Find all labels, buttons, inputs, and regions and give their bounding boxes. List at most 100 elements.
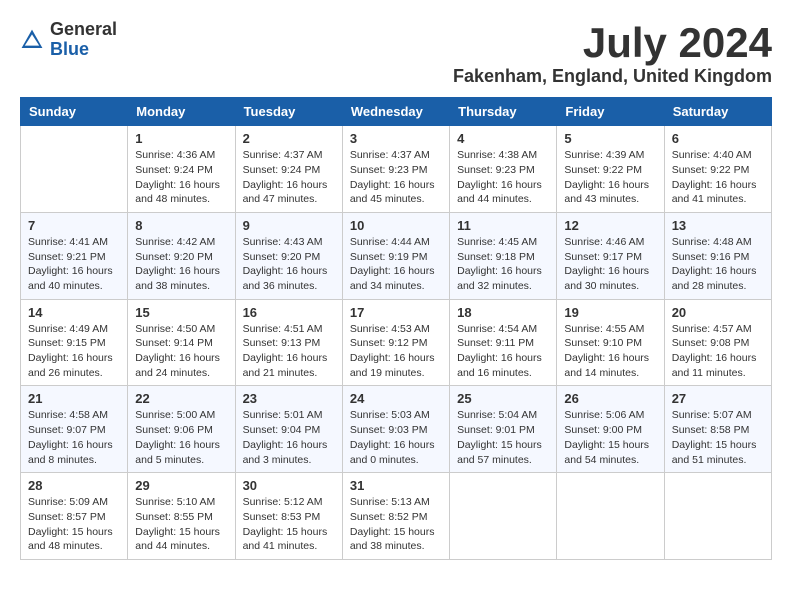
weekday-header-friday: Friday <box>557 98 664 126</box>
week-row-4: 21 Sunrise: 4:58 AMSunset: 9:07 PMDayligh… <box>21 386 772 473</box>
calendar-cell: 16Sunrise: 4:51 AMSunset: 9:13 PMDayligh… <box>235 299 342 386</box>
day-info: Sunrise: 4:42 AMSunset: 9:20 PMDaylight:… <box>135 235 227 294</box>
day-info: Sunrise: 4:43 AMSunset: 9:20 PMDaylight:… <box>243 235 335 294</box>
day-number: 18 <box>457 305 549 320</box>
day-info: Sunrise: 5:06 AMSunset: 9:00 PMDaylight:… <box>564 408 656 467</box>
calendar-cell: 13 Sunrise: 4:48 AMSunset: 9:16 PMDayligh… <box>664 212 771 299</box>
header: General Blue July 2024 Fakenham, England… <box>20 20 772 87</box>
day-number: 25 <box>457 391 549 406</box>
calendar-cell: 9 Sunrise: 4:43 AMSunset: 9:20 PMDaylight… <box>235 212 342 299</box>
calendar-cell: 20 Sunrise: 4:57 AMSunset: 9:08 PMDayligh… <box>664 299 771 386</box>
calendar-cell <box>21 126 128 213</box>
week-row-5: 28 Sunrise: 5:09 AMSunset: 8:57 PMDayligh… <box>21 473 772 560</box>
day-info: Sunrise: 4:39 AMSunset: 9:22 PMDaylight:… <box>564 148 656 207</box>
day-number: 27 <box>672 391 764 406</box>
day-info: Sunrise: 4:58 AMSunset: 9:07 PMDaylight:… <box>28 408 120 467</box>
day-number: 31 <box>350 478 442 493</box>
calendar-cell: 6 Sunrise: 4:40 AMSunset: 9:22 PMDaylight… <box>664 126 771 213</box>
calendar: SundayMondayTuesdayWednesdayThursdayFrid… <box>20 97 772 560</box>
day-number: 11 <box>457 218 549 233</box>
calendar-cell: 2 Sunrise: 4:37 AMSunset: 9:24 PMDaylight… <box>235 126 342 213</box>
calendar-cell <box>664 473 771 560</box>
day-number: 21 <box>28 391 120 406</box>
day-info: Sunrise: 5:07 AMSunset: 8:58 PMDaylight:… <box>672 408 764 467</box>
calendar-cell: 28 Sunrise: 5:09 AMSunset: 8:57 PMDayligh… <box>21 473 128 560</box>
day-info: Sunrise: 4:38 AMSunset: 9:23 PMDaylight:… <box>457 148 549 207</box>
day-info: Sunrise: 4:41 AMSunset: 9:21 PMDaylight:… <box>28 235 120 294</box>
day-number: 6 <box>672 131 764 146</box>
calendar-cell: 30Sunrise: 5:12 AMSunset: 8:53 PMDayligh… <box>235 473 342 560</box>
day-number: 2 <box>243 131 335 146</box>
calendar-cell: 26 Sunrise: 5:06 AMSunset: 9:00 PMDayligh… <box>557 386 664 473</box>
weekday-header-wednesday: Wednesday <box>342 98 449 126</box>
day-info: Sunrise: 4:37 AMSunset: 9:24 PMDaylight:… <box>243 148 335 207</box>
day-info: Sunrise: 5:03 AMSunset: 9:03 PMDaylight:… <box>350 408 442 467</box>
calendar-cell: 12Sunrise: 4:46 AMSunset: 9:17 PMDayligh… <box>557 212 664 299</box>
calendar-cell: 23 Sunrise: 5:01 AMSunset: 9:04 PMDayligh… <box>235 386 342 473</box>
calendar-cell: 15Sunrise: 4:50 AMSunset: 9:14 PMDayligh… <box>128 299 235 386</box>
week-row-2: 7 Sunrise: 4:41 AMSunset: 9:21 PMDaylight… <box>21 212 772 299</box>
calendar-cell: 7 Sunrise: 4:41 AMSunset: 9:21 PMDaylight… <box>21 212 128 299</box>
day-number: 24 <box>350 391 442 406</box>
logo-icon <box>20 28 44 52</box>
title-block: July 2024 Fakenham, England, United King… <box>453 20 772 87</box>
calendar-cell: 17 Sunrise: 4:53 AMSunset: 9:12 PMDayligh… <box>342 299 449 386</box>
day-number: 4 <box>457 131 549 146</box>
calendar-cell: 5Sunrise: 4:39 AMSunset: 9:22 PMDaylight… <box>557 126 664 213</box>
calendar-cell: 29 Sunrise: 5:10 AMSunset: 8:55 PMDayligh… <box>128 473 235 560</box>
day-number: 29 <box>135 478 227 493</box>
day-info: Sunrise: 4:55 AMSunset: 9:10 PMDaylight:… <box>564 322 656 381</box>
day-number: 13 <box>672 218 764 233</box>
day-number: 16 <box>243 305 335 320</box>
day-info: Sunrise: 4:49 AMSunset: 9:15 PMDaylight:… <box>28 322 120 381</box>
day-number: 30 <box>243 478 335 493</box>
calendar-cell: 25Sunrise: 5:04 AMSunset: 9:01 PMDayligh… <box>450 386 557 473</box>
calendar-cell: 11 Sunrise: 4:45 AMSunset: 9:18 PMDayligh… <box>450 212 557 299</box>
day-number: 17 <box>350 305 442 320</box>
calendar-cell: 14 Sunrise: 4:49 AMSunset: 9:15 PMDayligh… <box>21 299 128 386</box>
weekday-header-thursday: Thursday <box>450 98 557 126</box>
day-number: 9 <box>243 218 335 233</box>
day-number: 3 <box>350 131 442 146</box>
location: Fakenham, England, United Kingdom <box>453 66 772 87</box>
day-number: 22 <box>135 391 227 406</box>
day-info: Sunrise: 4:37 AMSunset: 9:23 PMDaylight:… <box>350 148 442 207</box>
logo: General Blue <box>20 20 117 60</box>
day-number: 23 <box>243 391 335 406</box>
weekday-header-monday: Monday <box>128 98 235 126</box>
weekday-header-tuesday: Tuesday <box>235 98 342 126</box>
day-info: Sunrise: 5:09 AMSunset: 8:57 PMDaylight:… <box>28 495 120 554</box>
calendar-cell: 21 Sunrise: 4:58 AMSunset: 9:07 PMDayligh… <box>21 386 128 473</box>
day-info: Sunrise: 4:54 AMSunset: 9:11 PMDaylight:… <box>457 322 549 381</box>
day-info: Sunrise: 4:40 AMSunset: 9:22 PMDaylight:… <box>672 148 764 207</box>
day-number: 7 <box>28 218 120 233</box>
day-info: Sunrise: 5:13 AMSunset: 8:52 PMDaylight:… <box>350 495 442 554</box>
day-info: Sunrise: 4:53 AMSunset: 9:12 PMDaylight:… <box>350 322 442 381</box>
day-info: Sunrise: 5:10 AMSunset: 8:55 PMDaylight:… <box>135 495 227 554</box>
day-number: 26 <box>564 391 656 406</box>
day-number: 28 <box>28 478 120 493</box>
calendar-cell: 1Sunrise: 4:36 AMSunset: 9:24 PMDaylight… <box>128 126 235 213</box>
calendar-cell <box>450 473 557 560</box>
page-container: General Blue July 2024 Fakenham, England… <box>20 20 772 560</box>
day-info: Sunrise: 4:45 AMSunset: 9:18 PMDaylight:… <box>457 235 549 294</box>
logo-text: General Blue <box>50 20 117 60</box>
day-number: 15 <box>135 305 227 320</box>
month-year: July 2024 <box>453 20 772 66</box>
calendar-cell: 24 Sunrise: 5:03 AMSunset: 9:03 PMDayligh… <box>342 386 449 473</box>
week-row-1: 1Sunrise: 4:36 AMSunset: 9:24 PMDaylight… <box>21 126 772 213</box>
day-number: 12 <box>564 218 656 233</box>
day-info: Sunrise: 4:57 AMSunset: 9:08 PMDaylight:… <box>672 322 764 381</box>
calendar-cell: 19Sunrise: 4:55 AMSunset: 9:10 PMDayligh… <box>557 299 664 386</box>
day-info: Sunrise: 4:48 AMSunset: 9:16 PMDaylight:… <box>672 235 764 294</box>
logo-blue-text: Blue <box>50 40 117 60</box>
week-row-3: 14 Sunrise: 4:49 AMSunset: 9:15 PMDayligh… <box>21 299 772 386</box>
day-info: Sunrise: 5:01 AMSunset: 9:04 PMDaylight:… <box>243 408 335 467</box>
logo-general-text: General <box>50 20 117 40</box>
day-number: 14 <box>28 305 120 320</box>
day-number: 10 <box>350 218 442 233</box>
calendar-cell: 22Sunrise: 5:00 AMSunset: 9:06 PMDayligh… <box>128 386 235 473</box>
day-number: 20 <box>672 305 764 320</box>
calendar-cell: 31 Sunrise: 5:13 AMSunset: 8:52 PMDayligh… <box>342 473 449 560</box>
calendar-cell <box>557 473 664 560</box>
